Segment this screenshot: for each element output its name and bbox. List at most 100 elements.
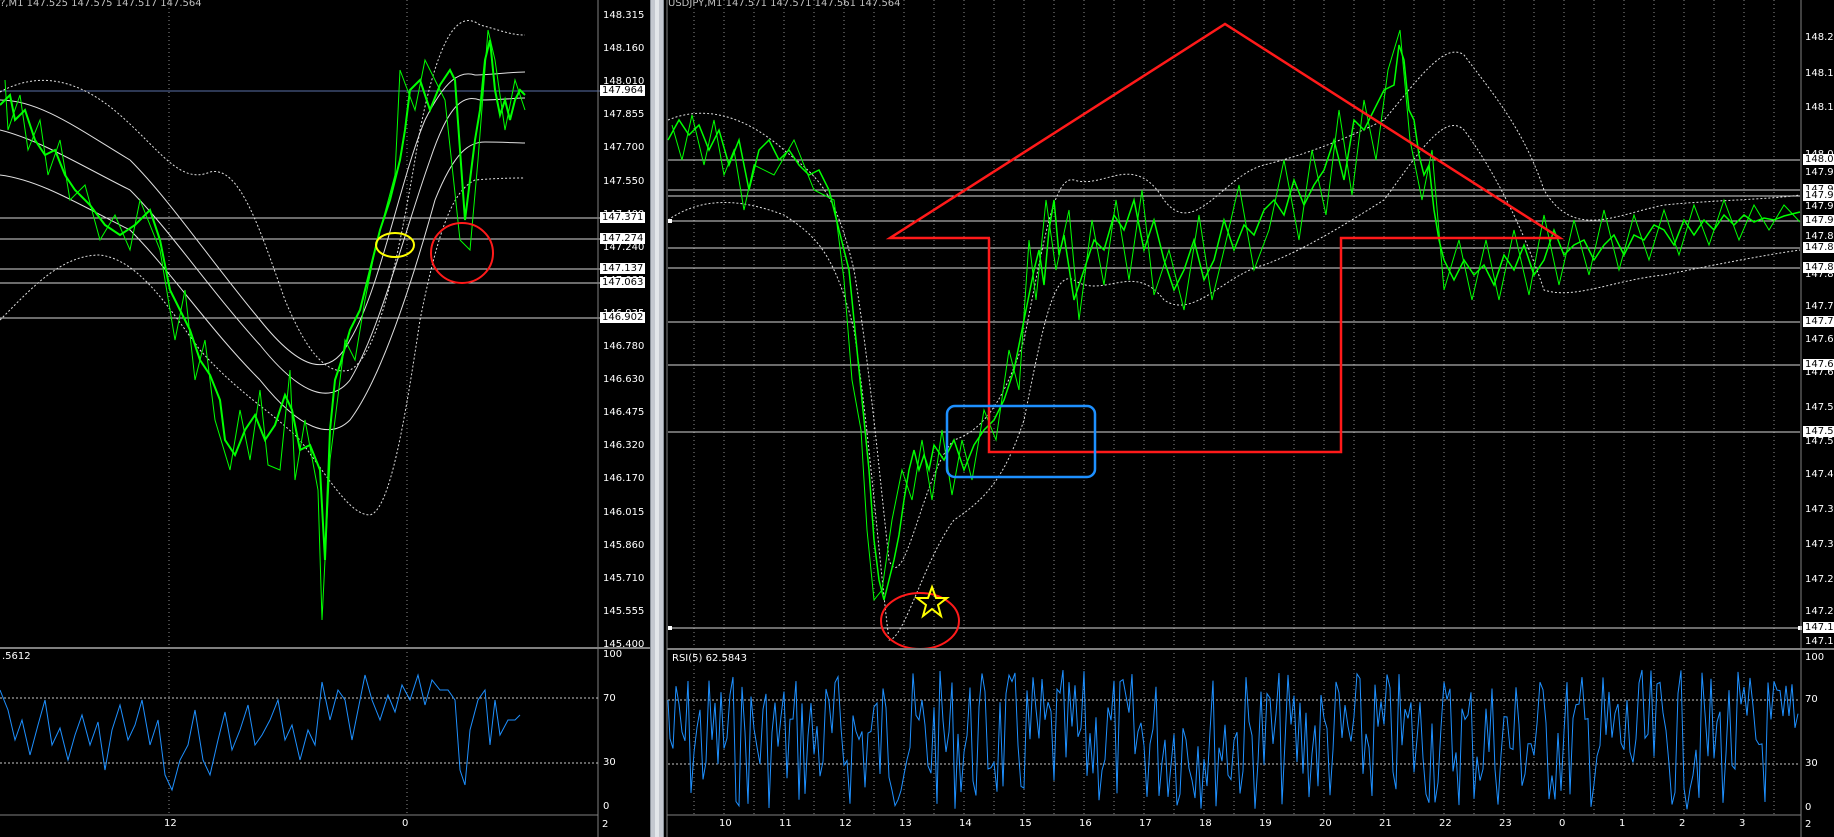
left-corner-label: 2 — [602, 819, 609, 830]
time-axis-label: 1 — [1619, 818, 1626, 829]
blue-consolidation-box — [945, 404, 1097, 479]
price-axis-label: 147.855 — [603, 109, 645, 121]
time-axis-label: 12 — [839, 818, 852, 829]
price-axis-label: 147.27 — [1805, 574, 1834, 585]
price-axis-label: 145.860 — [603, 539, 645, 551]
rsi-axis-label: 0 — [1805, 802, 1812, 813]
price-tag: 147.371 — [600, 212, 646, 223]
time-axis-label: 18 — [1199, 818, 1212, 829]
time-axis-label: 21 — [1379, 818, 1392, 829]
price-axis-label: 148.17 — [1805, 68, 1834, 79]
time-axis-label: 0 — [1559, 818, 1566, 829]
time-axis-label: 0 — [402, 818, 409, 829]
price-axis-label: 146.015 — [603, 506, 645, 518]
right-rsi-line — [667, 669, 1799, 810]
price-tag: 147.274 — [600, 233, 646, 244]
time-axis-label: 2 — [1679, 818, 1686, 829]
outer-band-lower — [0, 177, 526, 516]
right-price-noise — [671, 29, 1801, 602]
right-rsi-label: RSI(5) 62.5843 — [672, 653, 747, 664]
rsi-axis-label: 30 — [1805, 758, 1818, 769]
rsi-axis-label: 0 — [603, 801, 610, 812]
price-tag: 147.063 — [600, 277, 646, 288]
price-axis-label: 146.170 — [603, 473, 645, 485]
price-tag: 146.902 — [600, 312, 646, 323]
price-axis-label: 145.710 — [603, 572, 645, 584]
time-axis-label: 16 — [1079, 818, 1092, 829]
right-chart-header: USDJPY,M1 147.571 147.571 147.561 147.56… — [668, 0, 901, 9]
left-chart-window[interactable]: ?,M1 147.525 147.575 147.517 147.564 148… — [0, 0, 650, 837]
price-axis-label: 146.475 — [603, 407, 645, 419]
price-axis-label: 147.57 — [1805, 402, 1834, 413]
price-axis-label: 147.700 — [603, 142, 645, 154]
time-axis-label: 20 — [1319, 818, 1332, 829]
time-axis-label: 22 — [1439, 818, 1452, 829]
time-axis-label: 11 — [779, 818, 792, 829]
left-rsi-line — [0, 673, 521, 792]
price-axis-label: 146.320 — [603, 440, 645, 452]
price-tag: 147.137 — [600, 263, 646, 274]
right-corner-label: 2 — [1805, 819, 1812, 830]
trading-terminal: ?,M1 147.525 147.575 147.517 147.564 148… — [0, 0, 1834, 837]
price-axis-label: 147.91 — [1805, 201, 1834, 212]
left-bands — [0, 20, 526, 516]
left-price-noise — [4, 29, 526, 621]
left-chart-header: ?,M1 147.525 147.575 147.517 147.564 — [0, 0, 202, 9]
left-rsi-levels — [0, 697, 598, 764]
line-handle[interactable] — [668, 626, 672, 630]
price-axis-label: 147.15 — [1805, 636, 1834, 647]
price-tag: 147.18 — [1803, 622, 1834, 633]
price-axis-label: 147.33 — [1805, 539, 1834, 550]
rsi-axis-label: 70 — [603, 693, 616, 704]
time-axis-label: 17 — [1139, 818, 1152, 829]
price-axis-label: 147.75 — [1805, 301, 1834, 312]
right-chart-window[interactable]: USDJPY,M1 147.571 147.571 147.561 147.56… — [664, 0, 1834, 837]
price-tag: 147.53 — [1803, 426, 1834, 437]
upper-band — [667, 51, 1801, 569]
left-rsi-label: .5612 — [2, 651, 31, 662]
yellow-highlight-ellipse — [375, 232, 415, 258]
star-icon — [914, 584, 950, 619]
price-axis-label: 148.23 — [1805, 32, 1834, 43]
time-axis-label: 23 — [1499, 818, 1512, 829]
price-axis-label: 146.630 — [603, 374, 645, 386]
time-axis-label: 3 — [1739, 818, 1746, 829]
rsi-axis-label: 100 — [1805, 652, 1825, 663]
price-axis-label: 147.21 — [1805, 606, 1834, 617]
window-splitter[interactable] — [650, 0, 664, 837]
price-tag: 148.02 — [1803, 154, 1834, 165]
price-tag: 147.88 — [1803, 242, 1834, 253]
time-axis-label: 19 — [1259, 818, 1272, 829]
price-axis-label: 148.11 — [1805, 102, 1834, 113]
lower-band — [0, 141, 526, 431]
price-tag: 147.73 — [1803, 316, 1834, 327]
line-handle[interactable] — [668, 219, 672, 223]
right-price-chart[interactable] — [664, 0, 1834, 837]
price-axis-label: 147.45 — [1805, 469, 1834, 480]
price-axis-label: 146.780 — [603, 341, 645, 352]
price-tag: 147.96 — [1803, 190, 1834, 201]
left-price-line — [0, 39, 526, 561]
price-axis-label: 147.550 — [603, 175, 645, 187]
right-grid — [693, 0, 1775, 815]
rsi-axis-label: 100 — [603, 649, 623, 660]
price-axis-label: 145.555 — [603, 605, 645, 617]
price-tag: 147.91 — [1803, 215, 1834, 226]
rsi-axis-label: 70 — [1805, 694, 1818, 705]
red-highlight-circle — [430, 222, 494, 284]
price-tag: 147.83 — [1803, 262, 1834, 273]
rsi-axis-label: 30 — [603, 757, 616, 768]
price-tag: 147.964 — [600, 85, 646, 96]
price-axis-label: 147.39 — [1805, 504, 1834, 515]
red-up-arrow — [885, 22, 1565, 454]
time-axis-label: 10 — [719, 818, 732, 829]
time-axis-label: 12 — [164, 818, 177, 829]
time-axis-label: 15 — [1019, 818, 1032, 829]
price-tag: 147.65 — [1803, 359, 1834, 370]
price-axis-label: 148.315 — [603, 10, 645, 21]
left-price-chart[interactable] — [0, 0, 650, 837]
price-axis-label: 147.95 — [1805, 167, 1834, 178]
middle-band — [0, 97, 526, 394]
time-axis-label: 13 — [899, 818, 912, 829]
price-axis-label: 147.51 — [1805, 436, 1834, 447]
